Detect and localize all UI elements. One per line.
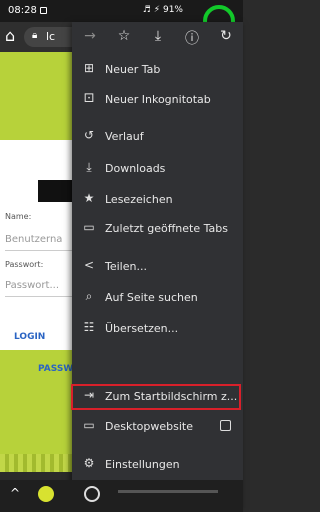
- name-input[interactable]: Benutzerna: [5, 234, 62, 245]
- app-icon[interactable]: [38, 486, 54, 502]
- name-label: Name:: [5, 212, 32, 221]
- status-indicators: ♬ ⚡ 91%: [142, 5, 183, 15]
- settings-icon: ⚙: [83, 456, 95, 470]
- translate-icon: ☷: [83, 320, 95, 334]
- bottom-nav: ^: [0, 480, 243, 512]
- bookmarks-icon: ★: [83, 191, 95, 205]
- download-icon[interactable]: ⤓: [148, 28, 168, 46]
- menu-toolbar: → ☆ ⤓ ⓘ ↻: [72, 22, 243, 52]
- menu-item-label: Lesezeichen: [105, 193, 173, 206]
- menu-item-label: Teilen...: [105, 260, 147, 273]
- desktop-icon: ▭: [83, 418, 95, 432]
- url-text: lc: [46, 30, 56, 43]
- forward-icon[interactable]: →: [80, 28, 100, 46]
- menu-item-label: Auf Seite suchen: [105, 291, 198, 304]
- desktop-site-checkbox[interactable]: [220, 420, 231, 431]
- find-in-page-icon: ⌕: [85, 289, 93, 303]
- menu-item-bookmarks[interactable]: ★ Lesezeichen: [72, 187, 243, 213]
- menu-item-label: Downloads: [105, 162, 166, 175]
- info-icon[interactable]: ⓘ: [182, 28, 202, 47]
- menu-item-label: Desktopwebsite: [105, 420, 193, 433]
- password-label: Passwort:: [5, 260, 44, 269]
- recent-tabs-icon: ▭: [83, 220, 95, 234]
- clock: 08:28: [8, 5, 37, 16]
- menu-item-new-tab[interactable]: ⊞ Neuer Tab: [72, 57, 243, 83]
- share-icon: <: [83, 258, 95, 272]
- menu-item-label: Neuer Tab: [105, 63, 161, 76]
- menu-item-label: Neuer Inkognitotab: [105, 93, 211, 106]
- downloads-icon: ⤓: [86, 160, 92, 174]
- menu-item-settings[interactable]: ⚙ Einstellungen: [72, 452, 243, 478]
- menu-item-desktop-site[interactable]: ▭ Desktopwebsite: [72, 414, 243, 440]
- login-button[interactable]: LOGIN: [14, 332, 45, 342]
- incognito-icon: ⚀: [83, 91, 95, 105]
- menu-item-label: Übersetzen...: [105, 322, 179, 335]
- menu-item-downloads[interactable]: ⤓ Downloads: [72, 156, 243, 182]
- star-icon[interactable]: ☆: [114, 28, 134, 46]
- menu-item-share[interactable]: < Teilen...: [72, 254, 243, 280]
- reload-icon[interactable]: ↻: [216, 28, 236, 46]
- menu-item-translate[interactable]: ☷ Übersetzen...: [72, 316, 243, 342]
- menu-item-history[interactable]: ↺ Verlauf: [72, 124, 243, 150]
- menu-item-incognito[interactable]: ⚀ Neuer Inkognitotab: [72, 87, 243, 113]
- chevron-up-icon[interactable]: ^: [10, 486, 20, 500]
- menu-item-label: Zuletzt geöffnete Tabs: [105, 222, 228, 235]
- highlight-box: [71, 384, 241, 410]
- overflow-menu: → ☆ ⤓ ⓘ ↻ ⊞ Neuer Tab ⚀ Neuer Inkognitot…: [72, 22, 243, 507]
- menu-item-label: Einstellungen: [105, 458, 180, 471]
- handle-bar: [118, 490, 218, 493]
- history-icon: ↺: [83, 128, 95, 142]
- new-tab-icon: ⊞: [83, 61, 95, 75]
- home-icon[interactable]: ⌂: [5, 26, 23, 46]
- notification-icon: [40, 7, 47, 14]
- password-link[interactable]: PASSW: [38, 364, 73, 374]
- menu-item-find-in-page[interactable]: ⌕ Auf Seite suchen: [72, 285, 243, 311]
- menu-item-recent-tabs[interactable]: ▭ Zuletzt geöffnete Tabs: [72, 216, 243, 242]
- lock-icon: 🔒︎: [32, 30, 38, 41]
- menu-item-label: Verlauf: [105, 130, 144, 143]
- password-input[interactable]: Passwort...: [5, 280, 59, 291]
- home-button-icon[interactable]: [84, 486, 100, 502]
